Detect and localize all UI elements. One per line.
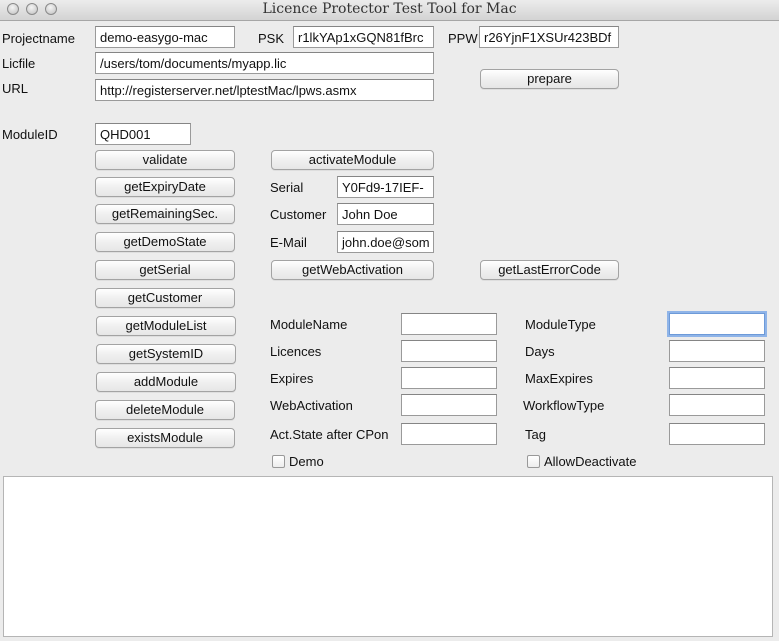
get-last-error-code-button[interactable]: getLastErrorCode <box>480 260 619 280</box>
get-system-id-button[interactable]: getSystemID <box>96 344 236 364</box>
act-state-after-cpon-field[interactable] <box>401 423 497 445</box>
projectname-label: Projectname <box>2 31 75 46</box>
licences-field[interactable] <box>401 340 497 362</box>
get-demo-state-button[interactable]: getDemoState <box>95 232 235 252</box>
get-customer-button[interactable]: getCustomer <box>95 288 235 308</box>
activate-module-button[interactable]: activateModule <box>271 150 434 170</box>
url-field[interactable]: http://registerserver.net/lptestMac/lpws… <box>95 79 434 101</box>
url-label: URL <box>2 81 29 96</box>
psk-label: PSK <box>258 31 285 46</box>
tag-label: Tag <box>525 427 546 442</box>
moduleid-field[interactable]: QHD001 <box>95 123 191 145</box>
workflow-type-label: WorkflowType <box>523 398 605 413</box>
expires-field[interactable] <box>401 367 497 389</box>
psk-field[interactable]: r1lkYAp1xGQN81fBrc <box>293 26 434 48</box>
days-field[interactable] <box>669 340 765 362</box>
validate-button[interactable]: validate <box>95 150 235 170</box>
window-title: Licence Protector Test Tool for Mac <box>262 1 517 17</box>
get-module-list-button[interactable]: getModuleList <box>96 316 236 336</box>
customer-label: Customer <box>270 207 327 222</box>
get-serial-button[interactable]: getSerial <box>95 260 235 280</box>
expires-label: Expires <box>270 371 314 386</box>
workflow-type-field[interactable] <box>669 394 765 416</box>
demo-checkbox[interactable] <box>272 455 285 468</box>
moduleid-label: ModuleID <box>2 127 58 142</box>
get-expiry-date-button[interactable]: getExpiryDate <box>95 177 235 197</box>
projectname-field[interactable]: demo-easygo-mac <box>95 26 235 48</box>
email-field[interactable]: john.doe@som <box>337 231 434 253</box>
module-name-field[interactable] <box>401 313 497 335</box>
max-expires-field[interactable] <box>669 367 765 389</box>
ppw-label: PPW <box>448 31 478 46</box>
web-activation-label: WebActivation <box>270 398 353 413</box>
customer-field[interactable]: John Doe <box>337 203 434 225</box>
get-remaining-sec-button[interactable]: getRemainingSec. <box>95 204 235 224</box>
tag-field[interactable] <box>669 423 765 445</box>
serial-label: Serial <box>270 180 304 195</box>
web-activation-field[interactable] <box>401 394 497 416</box>
module-type-field[interactable] <box>669 313 765 335</box>
delete-module-button[interactable]: deleteModule <box>95 400 235 420</box>
email-label: E-Mail <box>270 235 307 250</box>
ppw-field[interactable]: r26YjnF1XSUr423BDf <box>479 26 619 48</box>
get-web-activation-button[interactable]: getWebActivation <box>271 260 434 280</box>
exists-module-button[interactable]: existsModule <box>95 428 235 448</box>
module-type-label: ModuleType <box>525 317 596 332</box>
module-name-label: ModuleName <box>270 317 348 332</box>
prepare-button[interactable]: prepare <box>480 69 619 89</box>
title-bar: Licence Protector Test Tool for Mac <box>0 0 779 21</box>
serial-field[interactable]: Y0Fd9-17IEF- <box>337 176 434 198</box>
add-module-button[interactable]: addModule <box>96 372 236 392</box>
licfile-label: Licfile <box>2 56 36 71</box>
demo-checkbox-label: Demo <box>289 454 324 469</box>
max-expires-label: MaxExpires <box>525 371 593 386</box>
licences-label: Licences <box>270 344 322 359</box>
act-state-after-cpon-label: Act.State after CPon <box>270 427 389 442</box>
allow-deactivate-checkbox-label: AllowDeactivate <box>544 454 637 469</box>
licfile-field[interactable]: /users/tom/documents/myapp.lic <box>95 52 434 74</box>
days-label: Days <box>525 344 555 359</box>
allow-deactivate-checkbox[interactable] <box>527 455 540 468</box>
output-text-area[interactable] <box>3 476 773 637</box>
